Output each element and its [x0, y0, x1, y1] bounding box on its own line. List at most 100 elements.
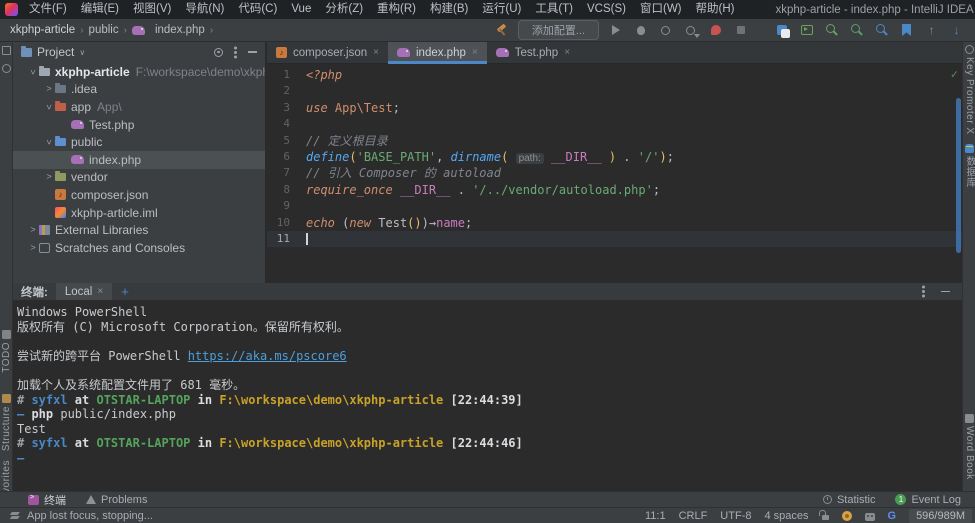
close-icon[interactable]: ×	[97, 286, 103, 297]
terminal-output[interactable]: Windows PowerShell版权所有 (C) Microsoft Cor…	[13, 301, 962, 466]
terminal-options-kebab-icon[interactable]	[922, 290, 925, 293]
menu-item-e[interactable]: 编辑(E)	[74, 0, 126, 19]
build-hammer-icon[interactable]	[493, 22, 510, 39]
navigate-down-icon[interactable]: ↓	[948, 22, 965, 39]
menu-item-w[interactable]: 窗口(W)	[633, 0, 689, 19]
code-editor[interactable]: 1<?php23use App\Test;45// 定义根目录6define('…	[267, 64, 962, 282]
menu-item-f[interactable]: 文件(F)	[22, 0, 74, 19]
code-line-4[interactable]: 4	[267, 116, 962, 132]
code-line-10[interactable]: 10echo (new Test())→name;	[267, 215, 962, 231]
indent-widget[interactable]: 4 spaces	[764, 510, 808, 522]
tree-item-index-php[interactable]: index.php	[13, 151, 265, 169]
breadcrumb-index-php[interactable]: index.php	[155, 24, 205, 36]
menu-item-c[interactable]: 代码(C)	[231, 0, 284, 19]
terminal-hide-icon[interactable]	[941, 291, 950, 293]
menu-item-vue[interactable]: Vue	[284, 0, 318, 19]
code-line-2[interactable]: 2	[267, 83, 962, 99]
line-separator-widget[interactable]: CRLF	[679, 510, 708, 522]
project-stripe-button[interactable]	[0, 46, 13, 55]
close-icon[interactable]: ×	[472, 47, 478, 58]
expand-arrow-icon[interactable]: >	[43, 84, 55, 94]
tool-window-button-[interactable]: 终端	[28, 492, 66, 508]
editor-tab-index-php[interactable]: index.php×	[388, 42, 487, 63]
expand-arrow-icon[interactable]: >	[27, 225, 39, 235]
run-anything-icon[interactable]	[798, 22, 815, 39]
locate-file-icon[interactable]	[214, 48, 223, 57]
code-line-5[interactable]: 5// 定义根目录	[267, 133, 962, 149]
tree-item-external-libraries[interactable]: >External Libraries	[13, 221, 265, 239]
search-everywhere-icon[interactable]	[873, 22, 890, 39]
expand-arrow-icon[interactable]: >	[44, 101, 54, 113]
menu-item-v[interactable]: 视图(V)	[126, 0, 178, 19]
memory-indicator[interactable]: 596/989M	[909, 509, 972, 523]
expand-arrow-icon[interactable]: >	[43, 172, 55, 182]
menu-item-h[interactable]: 帮助(H)	[689, 0, 742, 19]
code-line-6[interactable]: 6define('BASE_PATH', dirname( path: __DI…	[267, 149, 962, 165]
close-icon[interactable]: ×	[564, 47, 570, 58]
tool-stripe-todo[interactable]: TODO	[0, 330, 13, 373]
tool-window-button-problems[interactable]: Problems	[86, 492, 147, 508]
editor-tab-test-php[interactable]: Test.php×	[487, 42, 579, 63]
code-line-11[interactable]: 11	[267, 231, 962, 247]
inspections-ok-icon[interactable]: ✓	[951, 67, 958, 81]
menu-item-r[interactable]: 重构(R)	[370, 0, 423, 19]
project-view-selector[interactable]: Project	[37, 45, 74, 59]
run-configuration-button[interactable]: 添加配置...	[518, 20, 599, 40]
expand-arrow-icon[interactable]: >	[44, 136, 54, 148]
breadcrumb-public[interactable]: public	[89, 24, 119, 36]
tree-item-xkphp-article[interactable]: >xkphp-articleF:\workspace\demo\xkphp-ar…	[13, 63, 265, 81]
menu-item-b[interactable]: 构建(B)	[423, 0, 475, 19]
lock-icon[interactable]	[822, 515, 829, 520]
editor-scrollbar[interactable]	[956, 98, 961, 253]
hide-panel-icon[interactable]	[248, 51, 257, 53]
attach-debugger-icon[interactable]	[707, 22, 724, 39]
breadcrumb-xkphp-article[interactable]: xkphp-article	[10, 24, 75, 36]
expand-arrow-icon[interactable]: >	[28, 66, 38, 78]
tool-stripe-key-promoter[interactable]: Key Promoter X	[963, 45, 975, 135]
run-icon[interactable]	[607, 22, 624, 39]
profiler-icon[interactable]	[682, 22, 699, 39]
close-icon[interactable]: ×	[373, 47, 379, 58]
robot-icon[interactable]	[865, 513, 875, 521]
tree-item-public[interactable]: >public	[13, 133, 265, 151]
menu-item-t[interactable]: 工具(T)	[528, 0, 580, 19]
code-line-7[interactable]: 7// 引入 Composer 的 autoload	[267, 165, 962, 181]
stop-icon[interactable]	[732, 22, 749, 39]
tree-item-composer-json[interactable]: composer.json	[13, 186, 265, 204]
tool-stripe-database[interactable]: 数据库	[963, 144, 975, 188]
tree-item-app[interactable]: >appApp\	[13, 98, 265, 116]
tool-stripe-structure[interactable]: Structure	[0, 394, 13, 451]
notification-icon[interactable]	[842, 511, 852, 521]
menu-item-vcs-s[interactable]: VCS(S)	[580, 0, 633, 19]
chevron-down-icon[interactable]: ∨	[79, 48, 85, 57]
tree-item-scratches-and-consoles[interactable]: >Scratches and Consoles	[13, 239, 265, 257]
code-line-3[interactable]: 3use App\Test;	[267, 100, 962, 116]
tool-window-button-statistic[interactable]: Statistic	[823, 494, 876, 506]
tree-item-idea[interactable]: >.idea	[13, 81, 265, 99]
debug-icon[interactable]	[632, 22, 649, 39]
menu-item-n[interactable]: 导航(N)	[178, 0, 231, 19]
expand-arrow-icon[interactable]: >	[27, 242, 39, 252]
replace-icon[interactable]	[848, 22, 865, 39]
tool-stripe-word-book[interactable]: Word Book	[963, 414, 975, 480]
search-icon[interactable]	[823, 22, 840, 39]
google-translate-icon[interactable]: G	[888, 510, 897, 522]
caret-position-widget[interactable]: 11:1	[645, 510, 666, 522]
menu-item-u[interactable]: 运行(U)	[475, 0, 528, 19]
background-tasks-icon[interactable]	[10, 511, 20, 520]
tree-item-test-php[interactable]: Test.php	[13, 116, 265, 134]
terminal-tab-local[interactable]: Local ×	[56, 283, 112, 300]
code-line-1[interactable]: 1<?php	[267, 67, 962, 83]
tool-window-button-event-log[interactable]: 1Event Log	[895, 494, 961, 506]
bookmark-icon[interactable]	[898, 22, 915, 39]
navigate-up-icon[interactable]: ↑	[923, 22, 940, 39]
code-line-8[interactable]: 8require_once __DIR__ . '/../vendor/auto…	[267, 182, 962, 198]
encoding-widget[interactable]: UTF-8	[720, 510, 751, 522]
new-terminal-icon[interactable]: +	[121, 284, 129, 299]
options-kebab-icon[interactable]	[234, 51, 237, 54]
tree-item-xkphp-article-iml[interactable]: xkphp-article.iml	[13, 204, 265, 222]
translate-icon[interactable]	[773, 22, 790, 39]
settings-stripe-button[interactable]	[0, 64, 13, 73]
tree-item-vendor[interactable]: >vendor	[13, 169, 265, 187]
code-line-9[interactable]: 9	[267, 198, 962, 214]
